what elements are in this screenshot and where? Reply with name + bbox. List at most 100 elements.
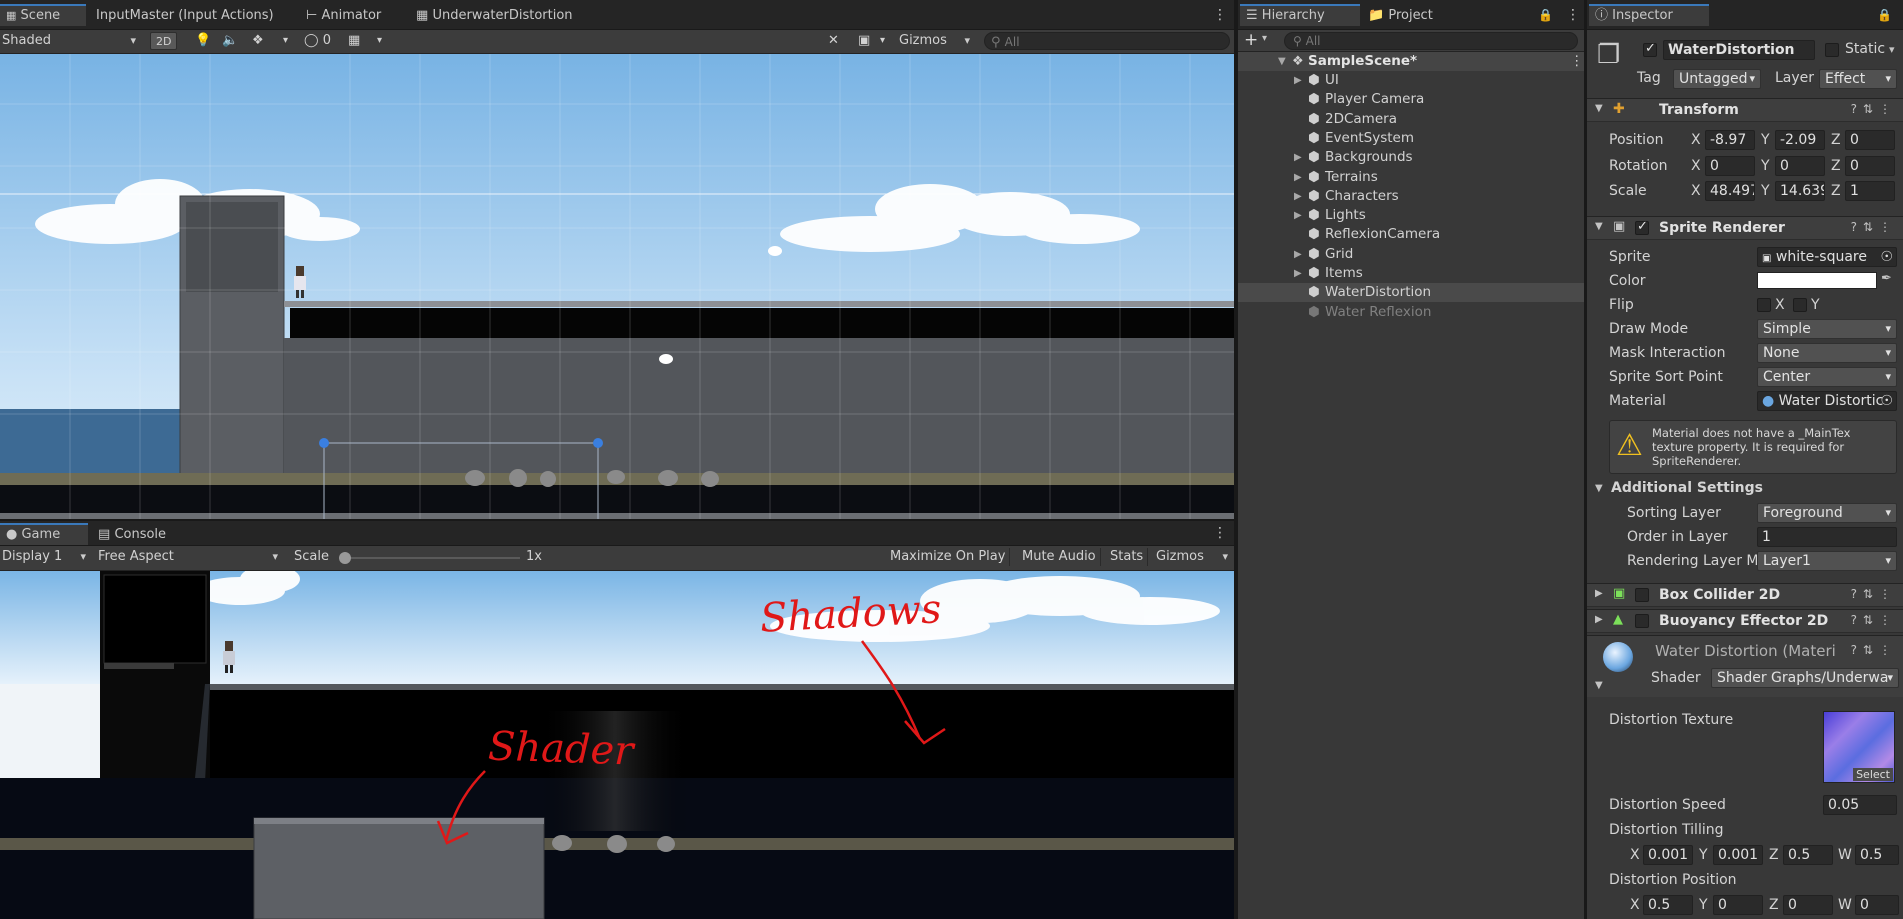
sprite-renderer-enabled-checkbox[interactable] [1635,219,1649,235]
camera-icon[interactable]: ▣ [858,32,870,50]
lighting-toggle-icon[interactable]: 💡 [195,32,211,50]
scale-z-field[interactable]: 1 [1845,181,1895,201]
distortion-speed-field[interactable]: 0.05 [1823,795,1897,815]
scene-view[interactable] [0,54,1234,519]
game-panel-menu-icon[interactable]: ⋮ [1213,523,1227,543]
mute-audio-button[interactable]: Mute Audio [1018,548,1101,566]
scale-y-field[interactable]: 14.639 [1775,181,1825,201]
eyedropper-icon[interactable]: ✒ [1881,271,1892,286]
tab-underwaterdistortion[interactable]: ▦ UnderwaterDistortion [410,5,579,27]
expand-arrow-icon[interactable]: ▶ [1294,71,1302,90]
create-add-icon[interactable]: + [1244,30,1258,50]
hierarchy-menu-icon[interactable]: ⋮ [1566,5,1580,25]
hierarchy-item[interactable]: ⬢ WaterDistortion [1238,283,1584,303]
component-actions[interactable]: ?⇅⋮ [1851,220,1897,234]
rotation-z-field[interactable]: 0 [1845,156,1895,176]
hierarchy-item[interactable]: ▶ ⬢ Characters [1238,187,1584,206]
create-dropdown-icon[interactable]: ▾ [1262,33,1267,44]
object-name-field[interactable]: WaterDistortion [1663,40,1815,60]
rendering-layer-dropdown[interactable]: Layer1 [1757,551,1897,571]
color-swatch[interactable] [1757,272,1877,289]
position-x-field[interactable]: -8.97 [1705,130,1755,150]
static-checkbox[interactable] [1825,43,1839,57]
flip-x-checkbox[interactable] [1757,298,1771,312]
expand-arrow-icon[interactable]: ▶ [1294,264,1302,283]
shader-dropdown[interactable]: Shader Graphs/Underwa [1711,668,1899,688]
object-picker-icon[interactable]: ☉ [1880,248,1893,266]
hierarchy-item[interactable]: ▶ ⬢ Grid [1238,245,1584,264]
tab-project[interactable]: 📁 Project [1362,5,1439,27]
buoyancy-enabled-checkbox[interactable] [1635,614,1649,628]
tab-inspector[interactable]: ⓘ Inspector [1589,4,1709,26]
hierarchy-item[interactable]: ⬢ EventSystem [1238,129,1584,148]
scene-root-row[interactable]: ▼ ❖ SampleScene* ⋮ [1238,52,1584,71]
draw-mode-dropdown[interactable]: Simple [1757,319,1897,339]
active-checkbox[interactable] [1643,41,1657,57]
tab-scene[interactable]: ▦ Scene [0,4,86,26]
material-section-header[interactable]: Water Distortion (Materi ?⇅⋮ ▼ Shader Sh… [1587,635,1903,697]
scale-slider-track[interactable] [342,557,520,559]
audio-toggle-icon[interactable]: 🔈 [222,32,238,50]
tab-animator[interactable]: ⊢ Animator [300,5,387,27]
tools-icon[interactable]: ✕ [828,32,839,50]
expand-arrow-icon[interactable]: ▶ [1294,168,1302,187]
tab-console[interactable]: ▤ Console [92,524,172,546]
component-actions[interactable]: ?⇅⋮ [1851,613,1897,627]
dpos-y-field[interactable]: 0 [1713,895,1763,915]
grid-dropdown-icon[interactable]: ▾ [377,32,382,50]
rotation-x-field[interactable]: 0 [1705,156,1755,176]
component-actions[interactable]: ?⇅⋮ [1851,587,1897,601]
component-actions[interactable]: ?⇅⋮ [1851,643,1897,657]
tilling-x-field[interactable]: 0.001 [1643,845,1693,865]
mask-interaction-dropdown[interactable]: None [1757,343,1897,363]
expand-arrow-icon[interactable]: ▶ [1595,614,1603,625]
tag-dropdown[interactable]: Untagged [1673,69,1761,89]
hierarchy-item[interactable]: ⬢ ReflexionCamera [1238,225,1584,244]
hierarchy-lock-icon[interactable]: 🔒 [1538,5,1553,25]
expand-arrow-icon[interactable]: ▶ [1294,148,1302,167]
collapse-arrow-icon[interactable]: ▼ [1595,221,1603,232]
scene-panel-menu-icon[interactable]: ⋮ [1213,5,1227,25]
inspector-lock-icon[interactable]: 🔒 [1877,5,1892,25]
sprite-field[interactable]: ▣ white-square ☉ [1757,247,1897,267]
stats-button[interactable]: Stats [1106,548,1149,566]
hierarchy-item[interactable]: ▶ ⬢ Terrains [1238,168,1584,187]
dpos-z-field[interactable]: 0 [1783,895,1833,915]
sort-point-dropdown[interactable]: Center [1757,367,1897,387]
hierarchy-item[interactable]: ⬢ Player Camera [1238,90,1584,109]
camera-dropdown-icon[interactable]: ▾ [880,32,885,50]
dpos-w-field[interactable]: 0 [1855,895,1899,915]
buoyancy-effector-header[interactable]: ▶ ▲ Buoyancy Effector 2D ?⇅⋮ [1587,609,1903,633]
scene-search-input[interactable]: ⚲ All [984,32,1230,50]
order-in-layer-field[interactable]: 1 [1757,527,1897,547]
grid-snap-icon[interactable]: ▦ [348,32,360,50]
dpos-x-field[interactable]: 0.5 [1643,895,1693,915]
tab-inputmaster[interactable]: InputMaster (Input Actions) [90,5,280,27]
expand-arrow-icon[interactable]: ▶ [1294,187,1302,206]
effects-toggle-icon[interactable]: ❖ [252,32,264,50]
shading-mode-dropdown[interactable]: Shaded [2,32,140,50]
game-gizmos-dropdown[interactable]: Gizmos [1152,548,1232,566]
flip-y-checkbox[interactable] [1793,298,1807,312]
static-dropdown-icon[interactable]: ▾ [1889,43,1895,56]
collapse-arrow-icon[interactable]: ▼ [1595,103,1603,114]
material-field[interactable]: ● Water Distortic ☉ [1757,391,1897,411]
material-collapse-icon[interactable]: ▼ [1595,680,1603,691]
2d-toggle-button[interactable]: 2D [150,32,178,50]
component-actions[interactable]: ?⇅⋮ [1851,102,1897,116]
layer-dropdown[interactable]: Effect [1819,69,1897,89]
position-z-field[interactable]: 0 [1845,130,1895,150]
hierarchy-item[interactable]: ▶ ⬢ Lights [1238,206,1584,225]
gizmos-dropdown[interactable]: Gizmos [896,32,974,50]
additional-settings-title[interactable]: Additional Settings [1611,480,1763,496]
display-dropdown[interactable]: Display 1 [2,548,90,566]
hierarchy-item[interactable]: ▶ ⬢ Backgrounds [1238,148,1584,167]
tab-hierarchy[interactable]: ☰ Hierarchy [1240,4,1360,26]
hierarchy-item[interactable]: ▶ ⬢ UI [1238,71,1584,90]
object-picker-icon[interactable]: ☉ [1880,392,1893,410]
expand-arrow-icon[interactable]: ▶ [1294,245,1302,264]
expand-arrow-icon[interactable]: ▶ [1294,206,1302,225]
rotation-y-field[interactable]: 0 [1775,156,1825,176]
aspect-dropdown[interactable]: Free Aspect [98,548,282,566]
tilling-w-field[interactable]: 0.5 [1855,845,1899,865]
